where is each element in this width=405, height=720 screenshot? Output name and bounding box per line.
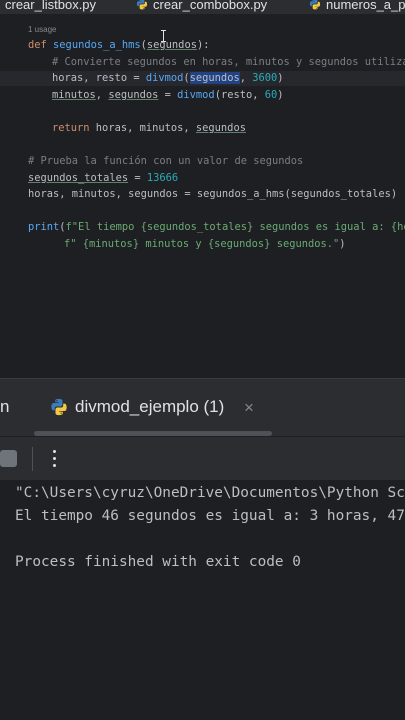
code-line-return[interactable]: return horas, minutos, segundos <box>0 121 405 136</box>
console-exit-line: Process finished with exit code 0 <box>15 554 301 570</box>
selected-text: segundos <box>189 72 240 84</box>
assign-op: = <box>128 172 147 184</box>
code-line-def[interactable]: def segundos_a_hms(segundos): <box>0 38 405 53</box>
run-toolbar <box>0 436 405 480</box>
run-tab-previous[interactable]: n <box>0 397 9 417</box>
number-60: 60 <box>264 89 278 101</box>
usage-hint[interactable]: 1 usage <box>28 25 56 34</box>
number-13666: 13666 <box>146 172 179 184</box>
run-tab-label: divmod_ejemplo (1) <box>75 397 225 416</box>
code-line-comment-test[interactable]: # Prueba la función con un valor de segu… <box>0 154 405 169</box>
function-name: segundos_a_hms <box>53 39 141 51</box>
divmod-args: (resto, <box>214 89 265 101</box>
return-values: horas, minutos, <box>89 122 196 134</box>
var-segundos: segundos <box>108 89 159 101</box>
divmod-call: divmod <box>145 72 184 84</box>
python-file-icon <box>309 0 321 10</box>
python-file-icon <box>50 398 68 416</box>
code-editor[interactable]: 1 usage def segundos_a_hms(segundos): # … <box>0 14 405 378</box>
tab-label: crear_listbox.py <box>5 0 97 12</box>
code-line-comment[interactable]: # Convierte segundos en horas, minutos y… <box>0 55 405 70</box>
tab-crear-combobox[interactable]: crear_combobox.py <box>136 0 267 13</box>
python-file-icon <box>136 0 148 10</box>
var-segundos-totales: segundos_totales <box>28 172 129 184</box>
text-cursor-icon <box>161 30 167 42</box>
run-console[interactable]: "C:\Users\cyruz\OneDrive\Documentos\Pyth… <box>0 480 405 720</box>
def-tail: ): <box>196 39 210 51</box>
code-line-print-cont[interactable]: f" {minutos} minutos y {segundos} segund… <box>0 237 405 252</box>
keyword-def: def <box>28 39 47 51</box>
tab-crear-listbox[interactable]: crear_listbox.py <box>5 0 96 13</box>
fstring-part1: f"El tiempo {segundos_totales} segundos … <box>65 221 405 233</box>
return-segundos: segundos <box>195 122 246 134</box>
console-output-line: El tiempo 46 segundos es igual a: 3 hora… <box>15 508 405 524</box>
keyword-return: return <box>52 122 90 134</box>
tab-label: numeros_a_pa <box>326 0 405 12</box>
code-line-minutos[interactable]: minutos, segundos = divmod(resto, 60) <box>0 88 405 103</box>
console-command-line: "C:\Users\cyruz\OneDrive\Documentos\Pyth… <box>15 485 405 501</box>
close-icon[interactable]: × <box>244 398 254 418</box>
divmod-call: divmod <box>177 89 215 101</box>
run-tab-divmod-ejemplo[interactable]: divmod_ejemplo (1) <box>50 397 224 417</box>
tab-numeros-a-pa[interactable]: numeros_a_pa <box>309 0 405 13</box>
close-paren: ) <box>339 238 346 250</box>
stop-icon[interactable] <box>0 450 17 467</box>
param-segundos: segundos <box>146 39 197 51</box>
more-options-icon[interactable] <box>49 446 61 472</box>
fstring-part2: f" {minutos} minutos y {segundos} segund… <box>64 238 340 250</box>
call-statement: horas, minutos, segundos = segundos_a_hm… <box>28 188 398 200</box>
code-line-segundos-totales[interactable]: segundos_totales = 13666 <box>0 171 405 186</box>
number-3600: 3600 <box>252 72 278 84</box>
code-comment: # Convierte segundos en horas, minutos y… <box>52 56 405 68</box>
vars-horas-resto: horas, resto = <box>52 72 146 84</box>
run-tool-window-header: n divmod_ejemplo (1) × <box>0 378 405 436</box>
editor-tab-strip: crear_listbox.py crear_combobox.py numer… <box>0 0 405 14</box>
code-line-print[interactable]: print(f"El tiempo {segundos_totales} seg… <box>0 220 405 235</box>
builtin-print: print <box>28 221 60 233</box>
toolbar-divider <box>32 447 33 471</box>
tab-label: crear_combobox.py <box>153 0 268 12</box>
code-line-call[interactable]: horas, minutos, segundos = segundos_a_hm… <box>0 187 405 202</box>
code-line-horas[interactable]: horas, resto = divmod(segundos, 3600) <box>0 71 405 86</box>
code-comment: # Prueba la función con un valor de segu… <box>28 155 304 167</box>
assign-op: = <box>158 89 178 101</box>
var-minutos: minutos <box>52 89 96 101</box>
